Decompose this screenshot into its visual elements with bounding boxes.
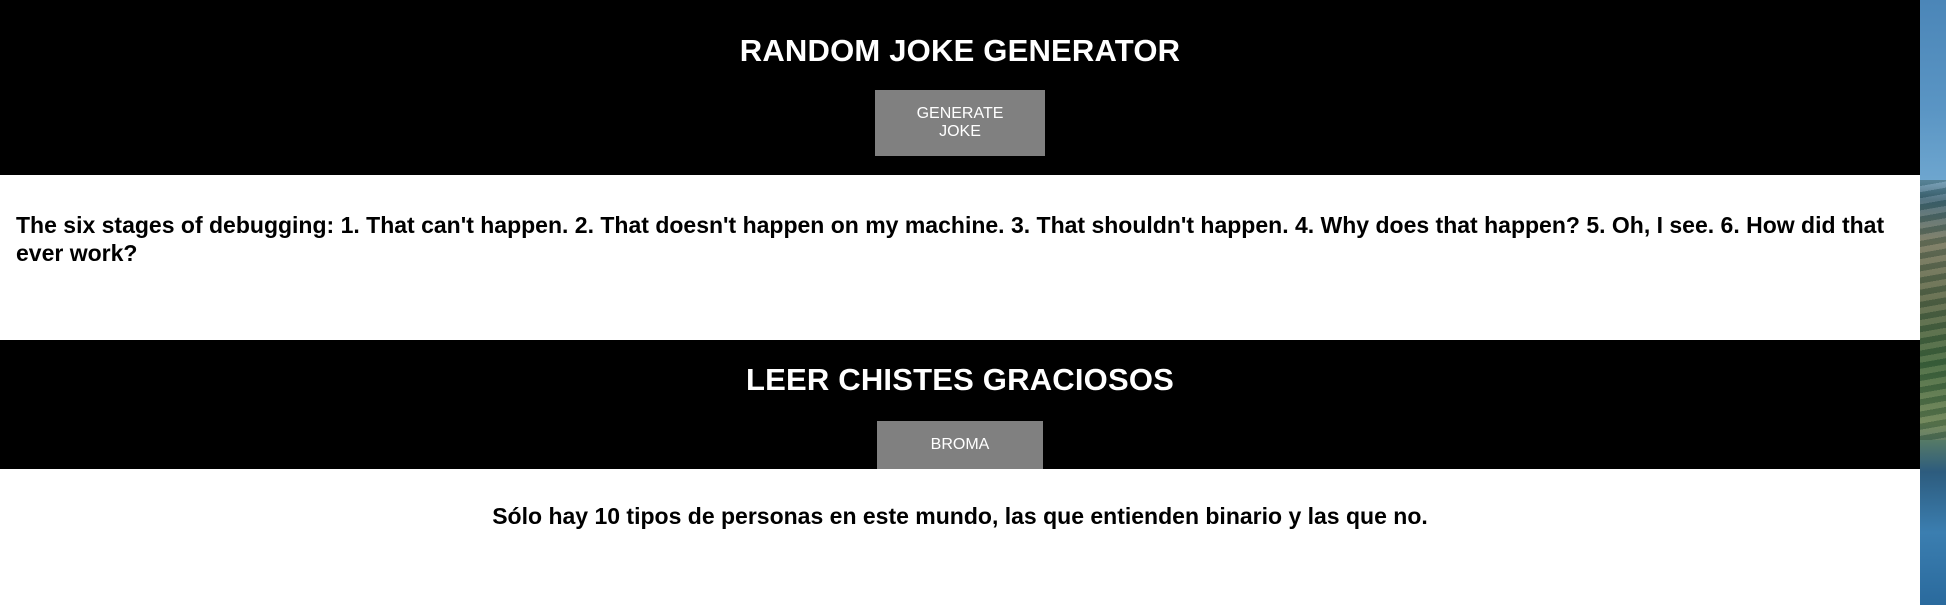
broma-button[interactable]: BROMA (877, 421, 1043, 469)
generate-joke-button[interactable]: GENERATE JOKE (875, 90, 1045, 156)
chistes-header: LEER CHISTES GRACIOSOS BROMA (0, 340, 1920, 469)
joke-text-spanish: Sólo hay 10 tipos de personas en este mu… (492, 503, 1428, 529)
joke-generator-header: RANDOM JOKE GENERATOR GENERATE JOKE (0, 0, 1920, 175)
chistes-title: LEER CHISTES GRACIOSOS (745, 362, 1175, 397)
desktop-wallpaper-strip (1920, 0, 1946, 605)
generate-joke-button-label: GENERATE JOKE (916, 105, 1004, 140)
page: RANDOM JOKE GENERATOR GENERATE JOKE The … (0, 0, 1946, 605)
main-content: RANDOM JOKE GENERATOR GENERATE JOKE The … (0, 0, 1920, 605)
joke-generator-title: RANDOM JOKE GENERATOR (739, 33, 1181, 68)
joke-text-english: The six stages of debugging: 1. That can… (16, 212, 1885, 266)
